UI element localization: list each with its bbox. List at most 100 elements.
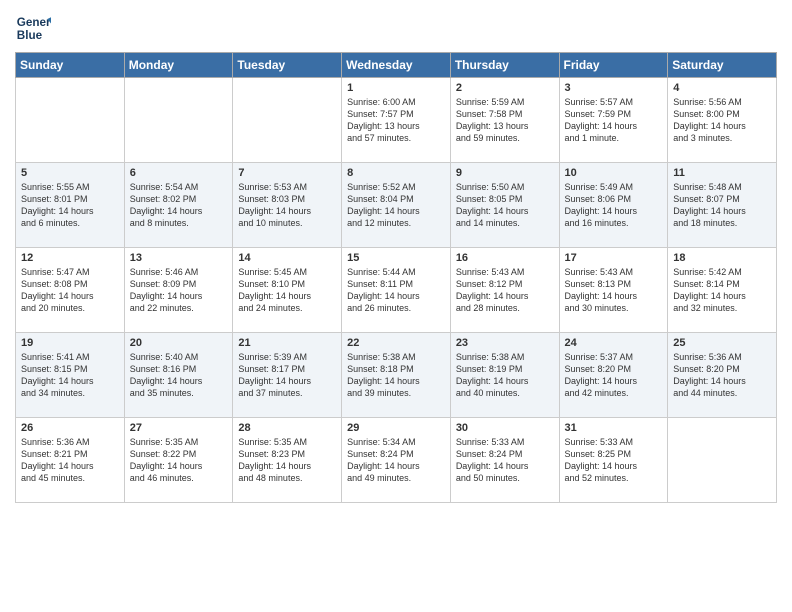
- calendar-cell: 29 Sunrise: 5:34 AM Sunset: 8:24 PM Dayli…: [342, 418, 451, 503]
- day-info: Sunrise: 5:56 AM Sunset: 8:00 PM Dayligh…: [673, 96, 771, 145]
- day-info: Sunrise: 5:43 AM Sunset: 8:13 PM Dayligh…: [565, 266, 663, 315]
- week-row-5: 26 Sunrise: 5:36 AM Sunset: 8:21 PM Dayli…: [16, 418, 777, 503]
- day-number: 20: [130, 337, 228, 349]
- logo-icon: General Blue: [15, 10, 51, 46]
- day-info: Sunrise: 5:45 AM Sunset: 8:10 PM Dayligh…: [238, 266, 336, 315]
- calendar-cell: 4Sunrise: 5:56 AM Sunset: 8:00 PM Daylig…: [668, 78, 777, 163]
- day-header-sunday: Sunday: [16, 53, 125, 78]
- day-number: 10: [565, 167, 663, 179]
- day-number: 27: [130, 422, 228, 434]
- day-info: Sunrise: 5:55 AM Sunset: 8:01 PM Dayligh…: [21, 181, 119, 230]
- day-number: 21: [238, 337, 336, 349]
- day-info: Sunrise: 5:49 AM Sunset: 8:06 PM Dayligh…: [565, 181, 663, 230]
- calendar-cell: 12 Sunrise: 5:47 AM Sunset: 8:08 PM Dayli…: [16, 248, 125, 333]
- day-number: 26: [21, 422, 119, 434]
- day-info: Sunrise: 5:47 AM Sunset: 8:08 PM Dayligh…: [21, 266, 119, 315]
- day-number: 13: [130, 252, 228, 264]
- day-number: 17: [565, 252, 663, 264]
- day-number: 29: [347, 422, 445, 434]
- day-info: Sunrise: 5:33 AM Sunset: 8:24 PM Dayligh…: [456, 436, 554, 485]
- day-info: Sunrise: 5:35 AM Sunset: 8:22 PM Dayligh…: [130, 436, 228, 485]
- day-number: 25: [673, 337, 771, 349]
- calendar-cell: 22 Sunrise: 5:38 AM Sunset: 8:18 PM Dayli…: [342, 333, 451, 418]
- day-header-thursday: Thursday: [450, 53, 559, 78]
- day-number: 12: [21, 252, 119, 264]
- calendar-cell: [233, 78, 342, 163]
- calendar-cell: 8Sunrise: 5:52 AM Sunset: 8:04 PM Daylig…: [342, 163, 451, 248]
- calendar-cell: 11 Sunrise: 5:48 AM Sunset: 8:07 PM Dayli…: [668, 163, 777, 248]
- day-number: 8: [347, 167, 445, 179]
- day-number: 22: [347, 337, 445, 349]
- calendar-cell: 10 Sunrise: 5:49 AM Sunset: 8:06 PM Dayli…: [559, 163, 668, 248]
- calendar-cell: 1 Sunrise: 6:00 AM Sunset: 7:57 PM Daylig…: [342, 78, 451, 163]
- day-info: Sunrise: 5:42 AM Sunset: 8:14 PM Dayligh…: [673, 266, 771, 315]
- calendar-cell: 23 Sunrise: 5:38 AM Sunset: 8:19 PM Dayli…: [450, 333, 559, 418]
- svg-text:Blue: Blue: [17, 29, 43, 42]
- calendar-cell: 20 Sunrise: 5:40 AM Sunset: 8:16 PM Dayli…: [124, 333, 233, 418]
- day-number: 14: [238, 252, 336, 264]
- calendar-cell: 7 Sunrise: 5:53 AM Sunset: 8:03 PM Daylig…: [233, 163, 342, 248]
- calendar-cell: 3 Sunrise: 5:57 AM Sunset: 7:59 PM Daylig…: [559, 78, 668, 163]
- week-row-3: 12 Sunrise: 5:47 AM Sunset: 8:08 PM Dayli…: [16, 248, 777, 333]
- calendar-cell: 16 Sunrise: 5:43 AM Sunset: 8:12 PM Dayli…: [450, 248, 559, 333]
- day-header-saturday: Saturday: [668, 53, 777, 78]
- day-number: 9: [456, 167, 554, 179]
- calendar-cell: 9 Sunrise: 5:50 AM Sunset: 8:05 PM Daylig…: [450, 163, 559, 248]
- day-info: Sunrise: 5:53 AM Sunset: 8:03 PM Dayligh…: [238, 181, 336, 230]
- calendar-cell: 27 Sunrise: 5:35 AM Sunset: 8:22 PM Dayli…: [124, 418, 233, 503]
- calendar-cell: [668, 418, 777, 503]
- day-number: 3: [565, 82, 663, 94]
- day-number: 11: [673, 167, 771, 179]
- calendar-cell: 18Sunrise: 5:42 AM Sunset: 8:14 PM Dayli…: [668, 248, 777, 333]
- day-info: Sunrise: 5:35 AM Sunset: 8:23 PM Dayligh…: [238, 436, 336, 485]
- day-info: Sunrise: 5:43 AM Sunset: 8:12 PM Dayligh…: [456, 266, 554, 315]
- day-number: 1: [347, 82, 445, 94]
- calendar-cell: 5 Sunrise: 5:55 AM Sunset: 8:01 PM Daylig…: [16, 163, 125, 248]
- day-number: 7: [238, 167, 336, 179]
- calendar-cell: 13 Sunrise: 5:46 AM Sunset: 8:09 PM Dayli…: [124, 248, 233, 333]
- day-info: Sunrise: 5:37 AM Sunset: 8:20 PM Dayligh…: [565, 351, 663, 400]
- day-info: Sunrise: 5:39 AM Sunset: 8:17 PM Dayligh…: [238, 351, 336, 400]
- calendar-cell: 6 Sunrise: 5:54 AM Sunset: 8:02 PM Daylig…: [124, 163, 233, 248]
- day-number: 23: [456, 337, 554, 349]
- day-info: Sunrise: 5:44 AM Sunset: 8:11 PM Dayligh…: [347, 266, 445, 315]
- day-info: Sunrise: 5:54 AM Sunset: 8:02 PM Dayligh…: [130, 181, 228, 230]
- day-info: Sunrise: 5:33 AM Sunset: 8:25 PM Dayligh…: [565, 436, 663, 485]
- day-info: Sunrise: 5:38 AM Sunset: 8:19 PM Dayligh…: [456, 351, 554, 400]
- svg-text:General: General: [17, 16, 51, 29]
- week-row-2: 5 Sunrise: 5:55 AM Sunset: 8:01 PM Daylig…: [16, 163, 777, 248]
- week-row-1: 1 Sunrise: 6:00 AM Sunset: 7:57 PM Daylig…: [16, 78, 777, 163]
- day-header-tuesday: Tuesday: [233, 53, 342, 78]
- day-info: Sunrise: 5:57 AM Sunset: 7:59 PM Dayligh…: [565, 96, 663, 145]
- day-info: Sunrise: 5:40 AM Sunset: 8:16 PM Dayligh…: [130, 351, 228, 400]
- day-info: Sunrise: 5:46 AM Sunset: 8:09 PM Dayligh…: [130, 266, 228, 315]
- calendar-cell: 17 Sunrise: 5:43 AM Sunset: 8:13 PM Dayli…: [559, 248, 668, 333]
- day-number: 16: [456, 252, 554, 264]
- day-number: 30: [456, 422, 554, 434]
- day-info: Sunrise: 5:48 AM Sunset: 8:07 PM Dayligh…: [673, 181, 771, 230]
- day-info: Sunrise: 5:50 AM Sunset: 8:05 PM Dayligh…: [456, 181, 554, 230]
- day-info: Sunrise: 6:00 AM Sunset: 7:57 PM Dayligh…: [347, 96, 445, 145]
- day-info: Sunrise: 5:34 AM Sunset: 8:24 PM Dayligh…: [347, 436, 445, 485]
- day-info: Sunrise: 5:36 AM Sunset: 8:20 PM Dayligh…: [673, 351, 771, 400]
- week-row-4: 19 Sunrise: 5:41 AM Sunset: 8:15 PM Dayli…: [16, 333, 777, 418]
- day-number: 24: [565, 337, 663, 349]
- day-number: 28: [238, 422, 336, 434]
- day-number: 6: [130, 167, 228, 179]
- day-info: Sunrise: 5:38 AM Sunset: 8:18 PM Dayligh…: [347, 351, 445, 400]
- day-number: 5: [21, 167, 119, 179]
- page-header: General Blue: [15, 10, 777, 46]
- calendar-table: SundayMondayTuesdayWednesdayThursdayFrid…: [15, 52, 777, 503]
- calendar-cell: 19 Sunrise: 5:41 AM Sunset: 8:15 PM Dayli…: [16, 333, 125, 418]
- day-header-friday: Friday: [559, 53, 668, 78]
- day-number: 19: [21, 337, 119, 349]
- calendar-cell: 14 Sunrise: 5:45 AM Sunset: 8:10 PM Dayli…: [233, 248, 342, 333]
- day-number: 31: [565, 422, 663, 434]
- day-info: Sunrise: 5:41 AM Sunset: 8:15 PM Dayligh…: [21, 351, 119, 400]
- day-info: Sunrise: 5:36 AM Sunset: 8:21 PM Dayligh…: [21, 436, 119, 485]
- calendar-cell: 30 Sunrise: 5:33 AM Sunset: 8:24 PM Dayli…: [450, 418, 559, 503]
- calendar-cell: 31 Sunrise: 5:33 AM Sunset: 8:25 PM Dayli…: [559, 418, 668, 503]
- logo: General Blue: [15, 10, 55, 46]
- day-header-monday: Monday: [124, 53, 233, 78]
- day-header-wednesday: Wednesday: [342, 53, 451, 78]
